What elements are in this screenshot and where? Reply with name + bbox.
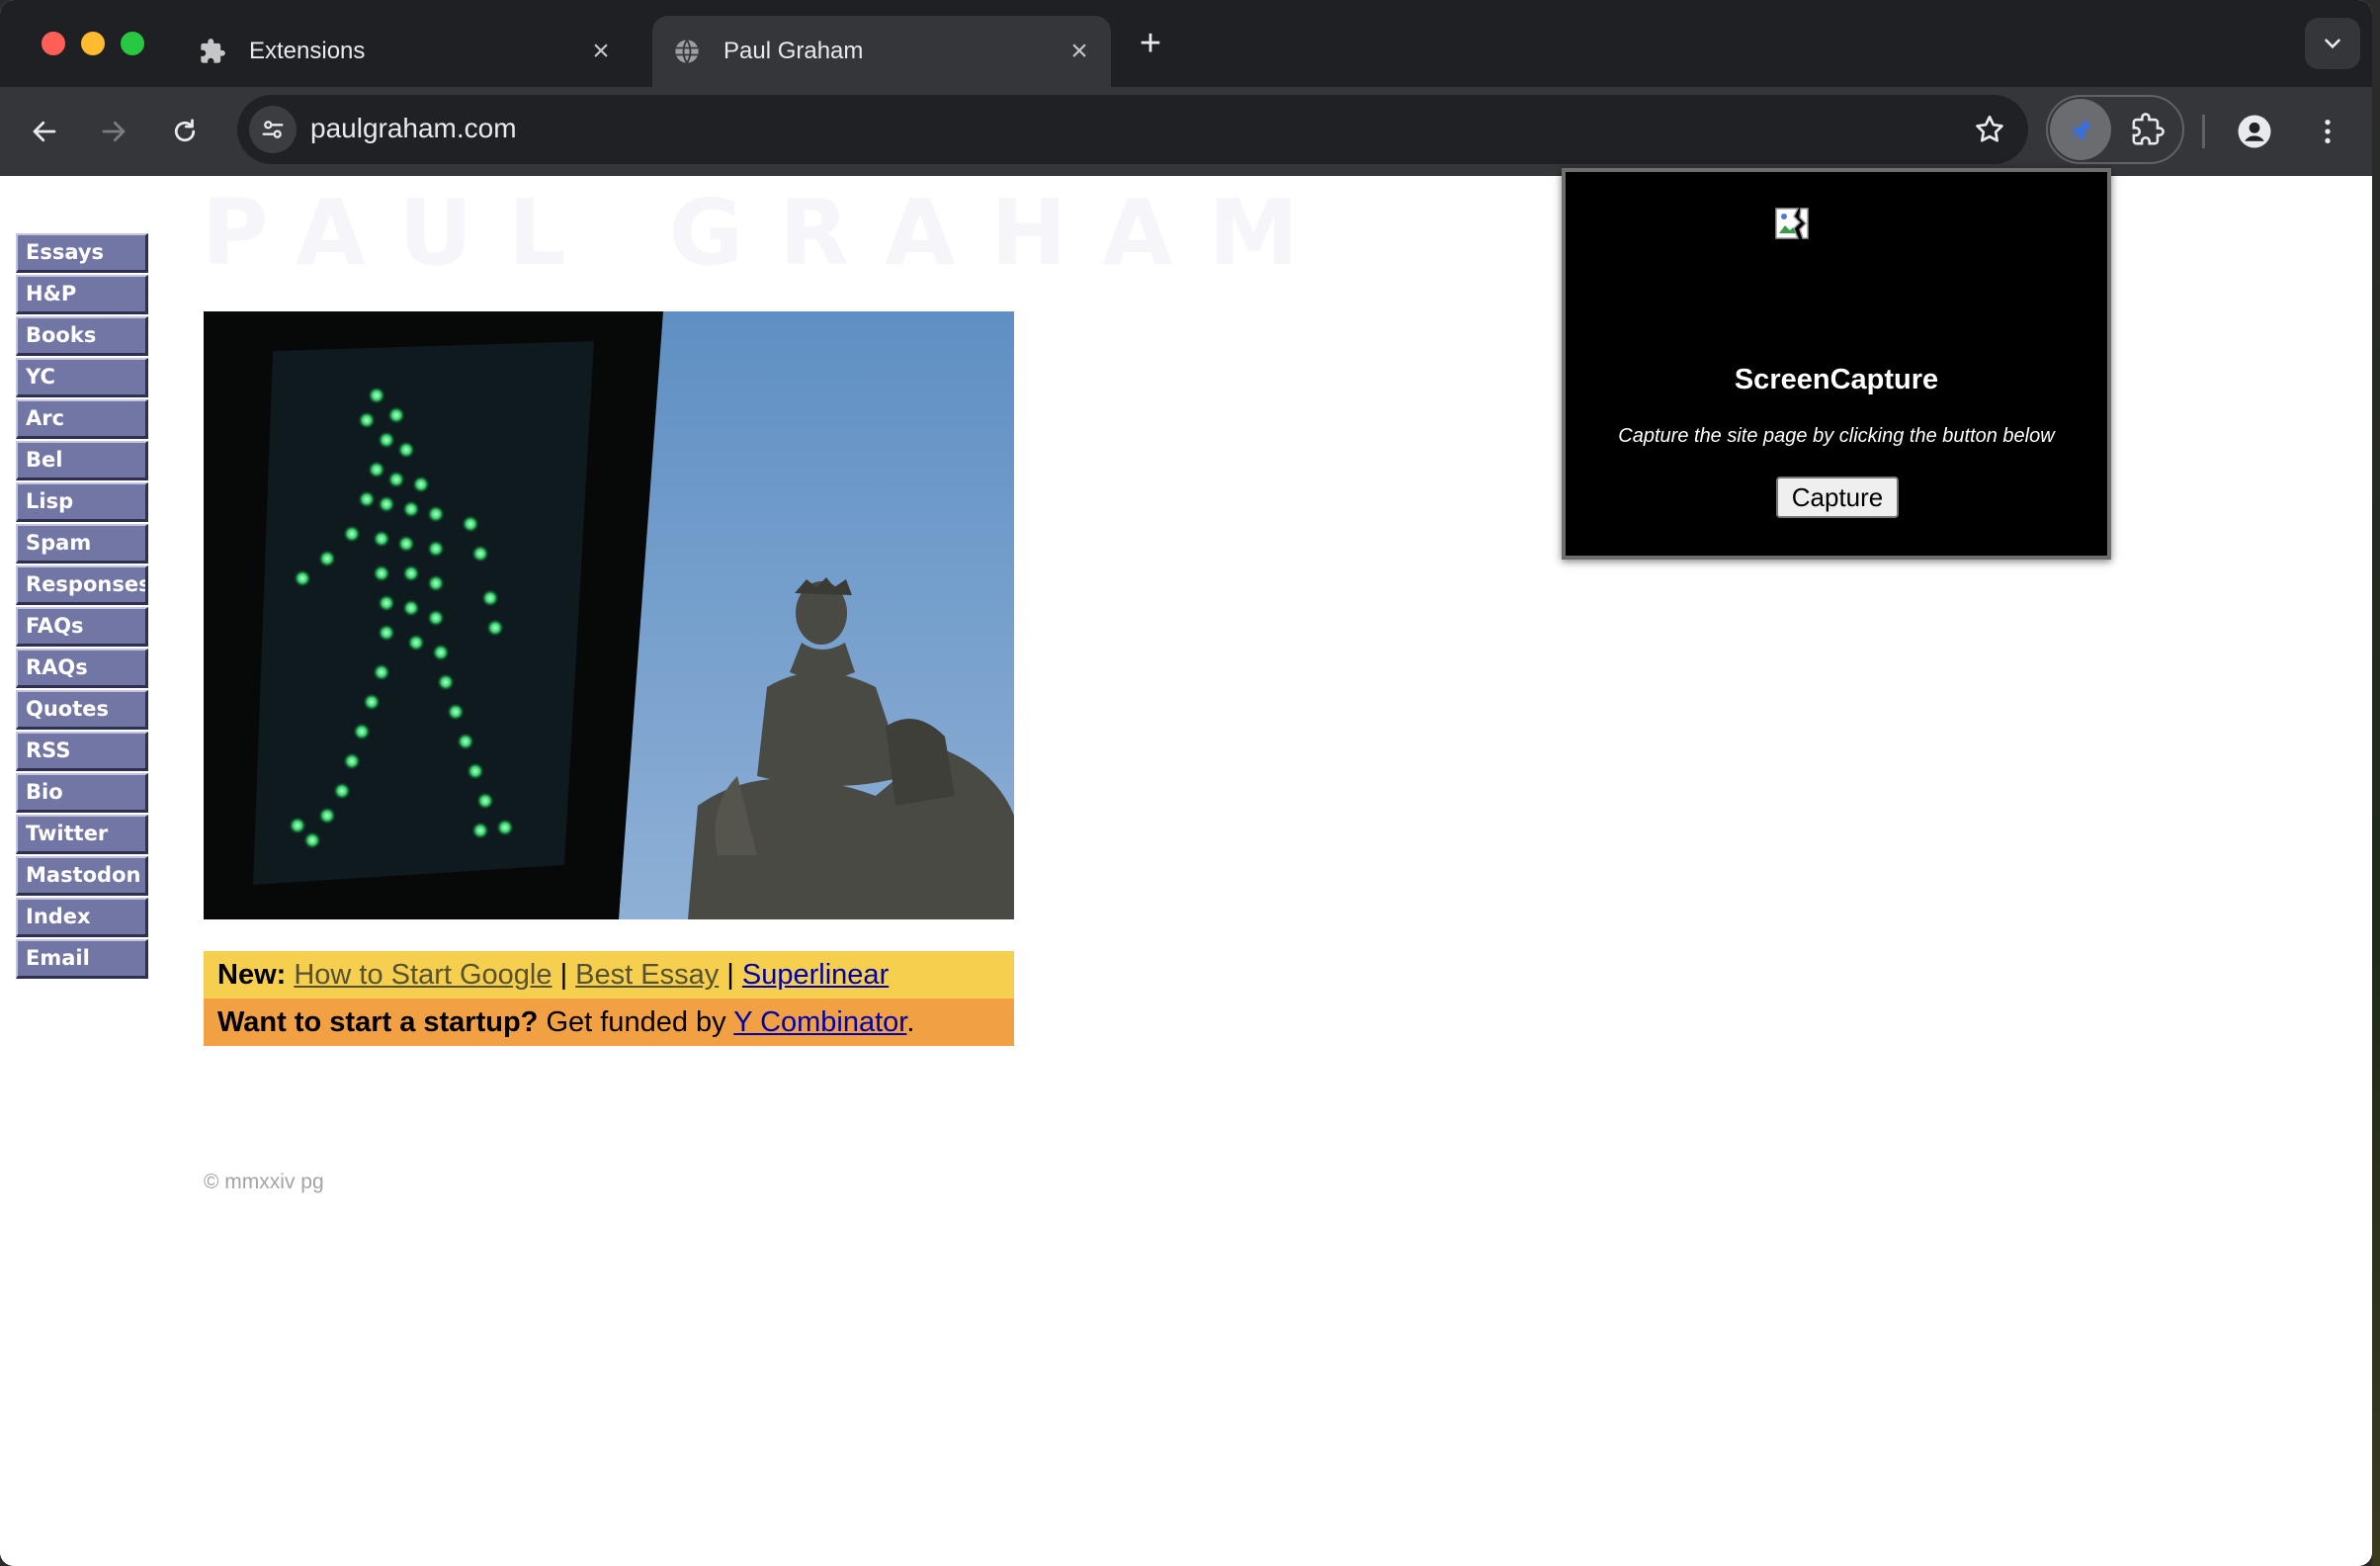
nav-bel[interactable]: Bel (16, 441, 148, 480)
more-vert-icon (2325, 120, 2331, 143)
desktop-background (2372, 0, 2380, 1566)
tab-label: Paul Graham (723, 38, 864, 64)
separator: | (726, 959, 734, 991)
nav-lisp[interactable]: Lisp (16, 482, 148, 522)
popup-description: Capture the site page by clicking the bu… (1618, 425, 2055, 447)
puzzle-icon (2132, 113, 2165, 145)
tune-icon (262, 121, 284, 138)
link-best-essay[interactable]: Best Essay (575, 959, 719, 991)
nav-twitter[interactable]: Twitter (16, 815, 148, 854)
reload-icon (174, 119, 196, 142)
browser-toolbar: paulgraham.com (0, 87, 2372, 176)
nav-books[interactable]: Books (16, 316, 148, 356)
nav-mastodon[interactable]: Mastodon (16, 856, 148, 896)
nav-raqs[interactable]: RAQs (16, 649, 148, 688)
chevron-down-icon (2325, 39, 2340, 49)
startup-text: Get funded by (546, 1006, 726, 1038)
nav-spam[interactable]: Spam (16, 524, 148, 564)
new-tab-button[interactable]: + (1133, 25, 1168, 62)
nav-faqs[interactable]: FAQs (16, 607, 148, 647)
tab-strip: Extensions × Paul Graham × + (0, 0, 2372, 87)
startup-label: Want to start a startup? (217, 1006, 539, 1038)
globe-icon (672, 37, 702, 66)
period: . (906, 1006, 915, 1038)
nav-arc[interactable]: Arc (16, 399, 148, 439)
capture-button[interactable]: Capture (1776, 477, 1899, 518)
link-how-to-start-google[interactable]: How to Start Google (294, 959, 552, 991)
startup-bar: Want to start a startup? Get funded by Y… (204, 999, 1014, 1046)
web-page: PAUL GRAHAM Essays H&P Books YC Arc Bel … (0, 168, 2372, 1566)
site-logo[interactable]: PAUL GRAHAM (202, 180, 1334, 286)
maximize-window-button[interactable] (121, 32, 144, 55)
nav-hp[interactable]: H&P (16, 275, 148, 314)
close-window-button[interactable] (42, 32, 65, 55)
nav-responses[interactable]: Responses (16, 566, 148, 605)
puzzle-icon (198, 37, 227, 66)
popup-title: ScreenCapture (1734, 364, 1939, 395)
reload-button[interactable] (158, 105, 212, 158)
back-button[interactable] (18, 105, 71, 158)
broken-image-icon (1775, 208, 1809, 239)
browser-window: Extensions × Paul Graham × + paulgraham.… (0, 0, 2372, 1566)
extensions-menu-button[interactable] (2123, 105, 2172, 154)
profile-button[interactable] (2230, 107, 2279, 156)
new-label: New: (217, 959, 287, 991)
link-superlinear[interactable]: Superlinear (742, 959, 889, 991)
arrow-left-icon (33, 121, 56, 142)
site-info-button[interactable] (249, 106, 297, 153)
nav-index[interactable]: Index (16, 898, 148, 937)
tab-paul-graham[interactable]: Paul Graham × (652, 16, 1111, 87)
bookmark-star-icon[interactable] (1969, 109, 2010, 150)
arrow-right-icon (102, 121, 126, 142)
address-bar[interactable]: paulgraham.com (237, 95, 2028, 164)
minimize-window-button[interactable] (81, 32, 105, 55)
toolbar-divider (2202, 115, 2205, 148)
close-tab-icon[interactable]: × (583, 34, 619, 69)
tab-search-button[interactable] (2305, 18, 2360, 69)
tab-extensions[interactable]: Extensions × (178, 16, 633, 87)
site-navigation: Essays H&P Books YC Arc Bel Lisp Spam Re… (16, 233, 148, 981)
pin-icon (2071, 118, 2092, 141)
nav-quotes[interactable]: Quotes (16, 690, 148, 730)
new-essays-bar: New: How to Start Google | Best Essay | … (204, 951, 1014, 999)
forward-button[interactable] (87, 105, 140, 158)
close-tab-icon[interactable]: × (1062, 34, 1097, 69)
browser-menu-button[interactable] (2303, 107, 2352, 156)
account-icon (2238, 115, 2271, 148)
screencapture-popup: ScreenCapture Capture the site page by c… (1562, 168, 2111, 560)
nav-bio[interactable]: Bio (16, 773, 148, 813)
nav-essays[interactable]: Essays (16, 233, 148, 273)
nav-yc[interactable]: YC (16, 358, 148, 397)
separator: | (559, 959, 568, 991)
url-text: paulgraham.com (310, 113, 517, 143)
link-y-combinator[interactable]: Y Combinator (733, 1006, 906, 1038)
hero-image (204, 311, 1014, 919)
tab-label: Extensions (249, 38, 366, 64)
nav-rss[interactable]: RSS (16, 732, 148, 771)
screencapture-extension-button[interactable] (2050, 99, 2111, 160)
copyright-text: © mmxxiv pg (204, 1171, 324, 1193)
nav-email[interactable]: Email (16, 939, 148, 979)
